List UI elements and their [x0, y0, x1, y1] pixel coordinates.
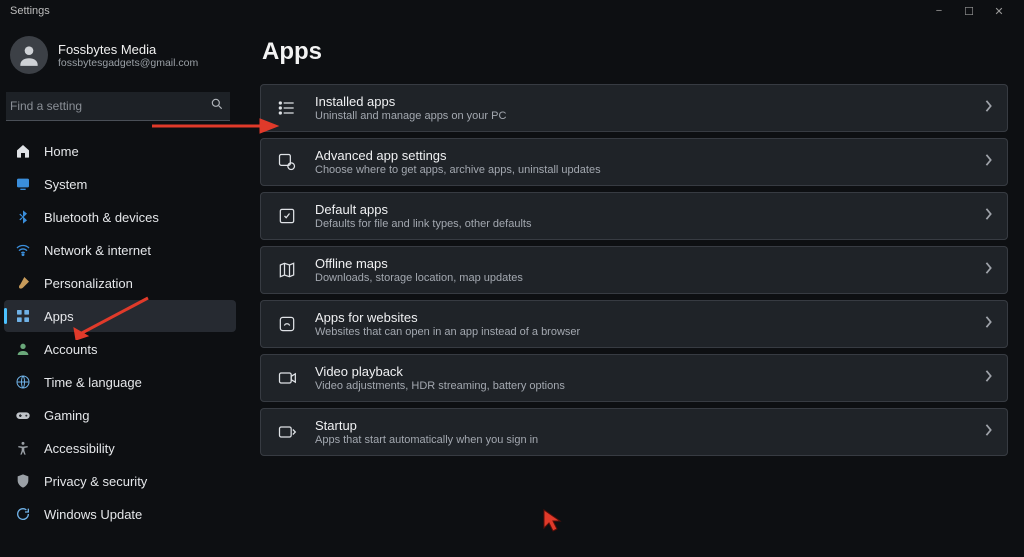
shield-icon	[14, 473, 32, 489]
card-title: Startup	[315, 418, 969, 433]
card-desc: Uninstall and manage apps on your PC	[315, 110, 969, 122]
card-title: Apps for websites	[315, 310, 969, 325]
sidebar-item-label: Time & language	[44, 375, 142, 390]
person-icon	[16, 42, 42, 68]
card-advanced-app-settings[interactable]: Advanced app settings Choose where to ge…	[260, 138, 1008, 186]
home-icon	[14, 143, 32, 159]
card-video-playback[interactable]: Video playback Video adjustments, HDR st…	[260, 354, 1008, 402]
card-desc: Video adjustments, HDR streaming, batter…	[315, 380, 969, 392]
card-desc: Choose where to get apps, archive apps, …	[315, 164, 969, 176]
minimize-button[interactable]: −	[924, 5, 954, 17]
sidebar-item-accounts[interactable]: Accounts	[4, 333, 236, 365]
gaming-icon	[14, 407, 32, 423]
sidebar-item-accessibility[interactable]: Accessibility	[4, 432, 236, 464]
card-title: Advanced app settings	[315, 148, 969, 163]
card-installed-apps[interactable]: Installed apps Uninstall and manage apps…	[260, 84, 1008, 132]
sidebar: Fossbytes Media fossbytesgadgets@gmail.c…	[0, 22, 240, 557]
update-icon	[14, 506, 32, 522]
card-title: Video playback	[315, 364, 969, 379]
sidebar-item-time-language[interactable]: Time & language	[4, 366, 236, 398]
card-desc: Downloads, storage location, map updates	[315, 272, 969, 284]
chevron-right-icon	[985, 423, 993, 441]
sidebar-item-personalization[interactable]: Personalization	[4, 267, 236, 299]
profile-email: fossbytesgadgets@gmail.com	[58, 57, 198, 69]
search-wrap	[6, 92, 230, 121]
chevron-right-icon	[985, 99, 993, 117]
card-default-apps[interactable]: Default apps Defaults for file and link …	[260, 192, 1008, 240]
sidebar-item-label: Network & internet	[44, 243, 151, 258]
page-title: Apps	[262, 38, 1008, 66]
sidebar-item-network[interactable]: Network & internet	[4, 234, 236, 266]
main-content: Apps Installed apps Uninstall and manage…	[240, 22, 1024, 557]
sidebar-item-gaming[interactable]: Gaming	[4, 399, 236, 431]
sidebar-item-windows-update[interactable]: Windows Update	[4, 498, 236, 530]
sidebar-item-apps[interactable]: Apps	[4, 300, 236, 332]
card-apps-for-websites[interactable]: Apps for websites Websites that can open…	[260, 300, 1008, 348]
sidebar-nav: Home System Bluetooth & devices Network …	[4, 135, 236, 530]
link-app-icon	[275, 314, 299, 334]
map-icon	[275, 260, 299, 280]
sidebar-item-label: Gaming	[44, 408, 90, 423]
profile-block[interactable]: Fossbytes Media fossbytesgadgets@gmail.c…	[4, 30, 236, 84]
maximize-button[interactable]: ☐	[954, 5, 984, 18]
card-desc: Apps that start automatically when you s…	[315, 434, 969, 446]
apps-icon	[14, 308, 32, 324]
sidebar-item-privacy[interactable]: Privacy & security	[4, 465, 236, 497]
search-input[interactable]	[6, 92, 230, 121]
card-desc: Defaults for file and link types, other …	[315, 218, 969, 230]
startup-icon	[275, 422, 299, 442]
brush-icon	[14, 275, 32, 291]
settings-app-icon	[275, 152, 299, 172]
sidebar-item-label: Apps	[44, 309, 74, 324]
sidebar-item-system[interactable]: System	[4, 168, 236, 200]
chevron-right-icon	[985, 207, 993, 225]
titlebar: Settings − ☐ ✕	[0, 0, 1024, 22]
window-title: Settings	[10, 5, 50, 17]
sidebar-item-label: Windows Update	[44, 507, 142, 522]
sidebar-item-label: Accessibility	[44, 441, 115, 456]
chevron-right-icon	[985, 315, 993, 333]
avatar	[10, 36, 48, 74]
list-icon	[275, 98, 299, 118]
sidebar-item-bluetooth[interactable]: Bluetooth & devices	[4, 201, 236, 233]
card-startup[interactable]: Startup Apps that start automatically wh…	[260, 408, 1008, 456]
chevron-right-icon	[985, 153, 993, 171]
sidebar-item-label: Bluetooth & devices	[44, 210, 159, 225]
card-title: Default apps	[315, 202, 969, 217]
sidebar-item-label: Privacy & security	[44, 474, 147, 489]
card-desc: Websites that can open in an app instead…	[315, 326, 969, 338]
system-icon	[14, 176, 32, 192]
card-title: Offline maps	[315, 256, 969, 271]
card-title: Installed apps	[315, 94, 969, 109]
close-button[interactable]: ✕	[984, 5, 1014, 18]
sidebar-item-label: Accounts	[44, 342, 97, 357]
card-list: Installed apps Uninstall and manage apps…	[260, 84, 1008, 456]
sidebar-item-home[interactable]: Home	[4, 135, 236, 167]
chevron-right-icon	[985, 369, 993, 387]
search-icon	[210, 97, 224, 116]
sidebar-item-label: System	[44, 177, 87, 192]
globe-icon	[14, 374, 32, 390]
accessibility-icon	[14, 440, 32, 456]
bluetooth-icon	[14, 209, 32, 225]
card-offline-maps[interactable]: Offline maps Downloads, storage location…	[260, 246, 1008, 294]
profile-name: Fossbytes Media	[58, 42, 198, 57]
default-apps-icon	[275, 206, 299, 226]
sidebar-item-label: Home	[44, 144, 79, 159]
wifi-icon	[14, 242, 32, 258]
accounts-icon	[14, 341, 32, 357]
video-icon	[275, 368, 299, 388]
sidebar-item-label: Personalization	[44, 276, 133, 291]
chevron-right-icon	[985, 261, 993, 279]
